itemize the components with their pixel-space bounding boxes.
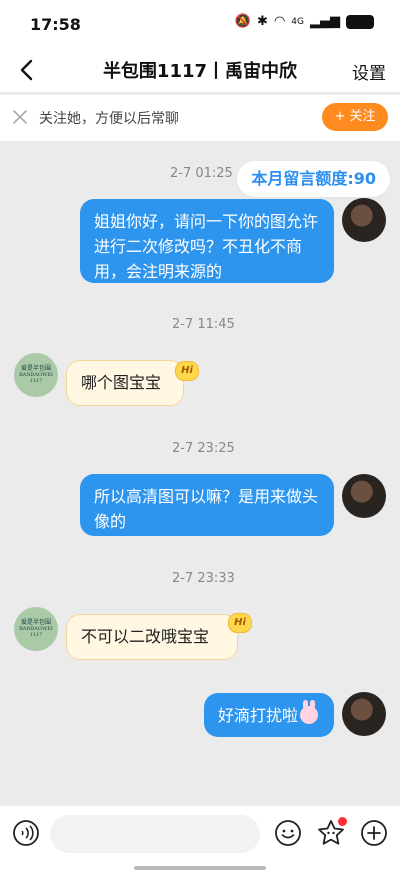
message-bubble-outgoing[interactable]: 姐姐你好，请问一下你的图允许进行二次修改吗？不丑化不商用，会注明来源的 [80,199,334,283]
timestamp: 2-7 01:25 [170,166,233,181]
avatar-logo-line: 1117 [29,378,43,384]
timestamp: 2-7 23:25 [172,441,235,456]
input-bar [0,806,400,879]
battery-icon: 68 [346,14,374,29]
hi-badge: Hi [175,361,199,381]
avatar-logo-line: 1117 [29,632,43,638]
bunny-emoji-icon [300,700,319,724]
home-indicator [134,866,266,870]
close-icon[interactable] [12,109,28,125]
wifi-icon: ◠ [273,14,286,29]
network-label: 4G [291,16,304,27]
message-text: 好滴打扰啦 [218,706,299,725]
message-bubble-incoming[interactable]: 哪个图宝宝 [66,360,184,406]
avatar[interactable]: 爱是半包围 BANBAOWEI 1117 [14,607,58,651]
nav-bar: 半包围1117丨禹宙中欣 设置 [0,48,400,92]
avatar[interactable] [342,692,386,736]
hi-badge: Hi [228,613,252,633]
settings-button[interactable]: 设置 [352,59,386,84]
timestamp: 2-7 23:33 [172,571,235,586]
timestamp: 2-7 11:45 [172,317,235,332]
status-icons: 🔕 ✱ ◠ 4G ▂▄▆ 68 [235,14,374,29]
plus-icon[interactable] [360,819,388,847]
voice-icon[interactable] [12,819,40,847]
follow-button[interactable]: + 关注 [322,103,388,131]
message-bubble-outgoing[interactable]: 好滴打扰啦 [204,693,334,737]
emoji-icon[interactable] [274,819,302,847]
message-bubble-incoming[interactable]: 不可以二改哦宝宝 [66,614,238,660]
chat-title: 半包围1117丨禹宙中欣 [102,61,298,82]
signal-icon: ▂▄▆ [310,14,340,29]
avatar[interactable] [342,198,386,242]
status-time: 17:58 [30,15,81,34]
status-bar: 17:58 🔕 ✱ ◠ 4G ▂▄▆ 68 [0,0,400,48]
follow-hint: 关注她，方便以后常聊 [39,111,179,127]
follow-bar: 关注她，方便以后常聊 + 关注 [0,94,400,141]
avatar[interactable]: 爱是半包围 BANBAOWEI 1117 [14,353,58,397]
notification-dot [338,817,347,826]
bluetooth-icon: ✱ [257,14,268,29]
message-bubble-outgoing[interactable]: 所以高清图可以嘛？是用来做头像的 [80,474,334,536]
mute-icon: 🔕 [234,14,252,29]
message-input[interactable] [50,815,260,853]
avatar[interactable] [342,474,386,518]
message-quota: 本月留言额度:90 [237,161,390,197]
